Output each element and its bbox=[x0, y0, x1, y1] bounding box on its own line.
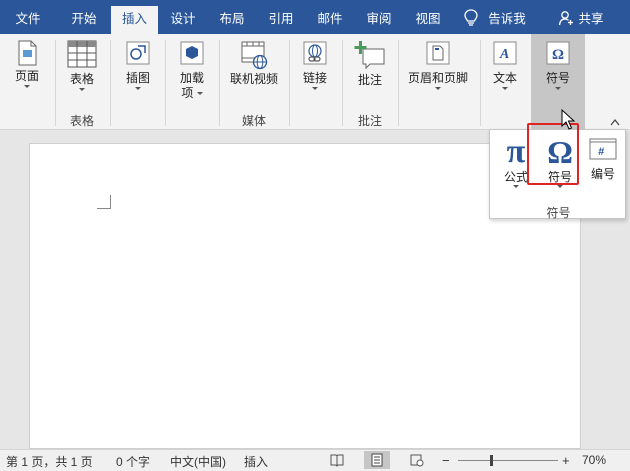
svg-text:Ω: Ω bbox=[552, 47, 564, 63]
red-highlight-annotation bbox=[527, 123, 579, 185]
number-label: 编号 bbox=[590, 167, 615, 181]
zoom-slider[interactable] bbox=[458, 460, 558, 461]
comment-button[interactable]: 批注 bbox=[350, 40, 390, 88]
chevron-down-icon bbox=[196, 92, 203, 96]
chevron-down-icon bbox=[135, 87, 141, 90]
tab-layout[interactable]: 布局 bbox=[209, 6, 255, 34]
group-divider bbox=[480, 40, 481, 126]
store-icon bbox=[180, 41, 204, 65]
group-divider bbox=[219, 40, 220, 126]
status-bar: 第 1 页，共 1 页 0 个字 中文(中国) 插入 − + 70% bbox=[0, 449, 630, 471]
collapse-ribbon-icon[interactable] bbox=[610, 118, 620, 126]
link-icon bbox=[303, 41, 327, 65]
shapes-icon bbox=[126, 41, 150, 65]
read-mode-icon[interactable] bbox=[330, 453, 344, 467]
person-icon[interactable] bbox=[558, 10, 574, 26]
text-box-icon: A bbox=[493, 41, 517, 65]
chevron-down-icon bbox=[555, 87, 561, 90]
lightbulb-icon[interactable] bbox=[463, 9, 479, 27]
addins-label-line1: 加载 bbox=[179, 71, 204, 85]
tab-review[interactable]: 审阅 bbox=[356, 6, 402, 34]
chevron-down-icon bbox=[24, 85, 30, 88]
tell-me-button[interactable]: 告诉我 bbox=[482, 6, 532, 34]
hash-number-icon: # bbox=[589, 138, 617, 160]
ribbon-tab-bar: 文件 开始 插入 设计 布局 引用 邮件 审阅 视图 告诉我 共享 bbox=[0, 0, 630, 34]
tab-design[interactable]: 设计 bbox=[160, 6, 206, 34]
links-button[interactable]: 链接 bbox=[296, 40, 334, 90]
header-footer-button[interactable]: 页眉和页脚 bbox=[405, 40, 471, 90]
group-divider bbox=[342, 40, 343, 126]
comment-label: 批注 bbox=[357, 73, 382, 87]
number-button[interactable]: # 编号 bbox=[584, 138, 622, 181]
table-label: 表格 bbox=[69, 72, 94, 86]
share-button[interactable]: 共享 bbox=[576, 6, 606, 34]
online-video-button[interactable]: 联机视频 bbox=[226, 40, 282, 87]
chevron-down-icon bbox=[435, 87, 441, 90]
group-divider bbox=[110, 40, 111, 126]
symbols-group-label: 符号 bbox=[546, 206, 571, 220]
text-label: 文本 bbox=[492, 71, 517, 85]
illustrations-button[interactable]: 插图 bbox=[119, 40, 157, 90]
illustrations-label: 插图 bbox=[125, 71, 150, 85]
zoom-slider-thumb[interactable] bbox=[490, 455, 494, 466]
table-icon bbox=[67, 40, 97, 68]
online-video-label: 联机视频 bbox=[229, 72, 278, 86]
group-divider bbox=[398, 40, 399, 126]
zoom-out-button[interactable]: − bbox=[442, 453, 450, 468]
text-button[interactable]: A 文本 bbox=[487, 40, 523, 90]
symbols-button[interactable]: Ω 符号 bbox=[531, 34, 585, 129]
ribbon-insert: 页面 表格 表格 插图 加载 项 联机视频 媒体 链接 批注 批注 页眉和页脚 … bbox=[0, 34, 630, 130]
svg-text:#: # bbox=[598, 146, 605, 158]
group-divider bbox=[289, 40, 290, 126]
zoom-level[interactable]: 70% bbox=[582, 453, 606, 467]
mouse-pointer-icon bbox=[561, 109, 575, 130]
tab-home[interactable]: 开始 bbox=[58, 6, 110, 34]
media-group-label: 媒体 bbox=[241, 114, 266, 128]
tab-insert[interactable]: 插入 bbox=[111, 6, 158, 34]
page-icon bbox=[18, 40, 37, 66]
svg-text:A: A bbox=[499, 47, 509, 62]
omega-icon: Ω bbox=[546, 41, 570, 65]
group-divider bbox=[55, 40, 56, 126]
page-label: 页面 bbox=[14, 69, 39, 83]
table-button[interactable]: 表格 bbox=[63, 40, 101, 91]
symbols-label: 符号 bbox=[545, 71, 570, 85]
tab-references[interactable]: 引用 bbox=[258, 6, 304, 34]
margin-corner-mark bbox=[97, 195, 111, 209]
chevron-down-icon bbox=[312, 87, 318, 90]
header-footer-label: 页眉和页脚 bbox=[407, 71, 468, 85]
online-video-icon bbox=[241, 41, 268, 70]
addins-label-line2: 项 bbox=[181, 86, 194, 100]
table-group-label: 表格 bbox=[69, 114, 94, 128]
chevron-down-icon bbox=[502, 87, 508, 90]
insert-mode[interactable]: 插入 bbox=[244, 453, 268, 470]
group-divider bbox=[165, 40, 166, 126]
language-indicator[interactable]: 中文(中国) bbox=[170, 453, 226, 470]
tab-view[interactable]: 视图 bbox=[405, 6, 451, 34]
header-footer-icon bbox=[426, 41, 450, 65]
chevron-down-icon bbox=[513, 185, 519, 188]
addins-button[interactable]: 加载 项 bbox=[173, 40, 211, 101]
chevron-down-icon bbox=[79, 88, 85, 91]
new-comment-icon bbox=[354, 41, 385, 70]
page-button[interactable]: 页面 bbox=[8, 40, 46, 88]
tab-file[interactable]: 文件 bbox=[2, 6, 54, 34]
chevron-down-icon bbox=[557, 185, 563, 188]
links-label: 链接 bbox=[302, 71, 327, 85]
zoom-in-button[interactable]: + bbox=[562, 453, 570, 468]
page-count[interactable]: 第 1 页，共 1 页 bbox=[6, 453, 93, 470]
word-count[interactable]: 0 个字 bbox=[116, 453, 150, 470]
tab-mailings[interactable]: 邮件 bbox=[307, 6, 353, 34]
comment-group-label: 批注 bbox=[357, 114, 382, 128]
print-layout-icon[interactable] bbox=[370, 453, 384, 467]
web-layout-icon[interactable] bbox=[410, 453, 424, 467]
